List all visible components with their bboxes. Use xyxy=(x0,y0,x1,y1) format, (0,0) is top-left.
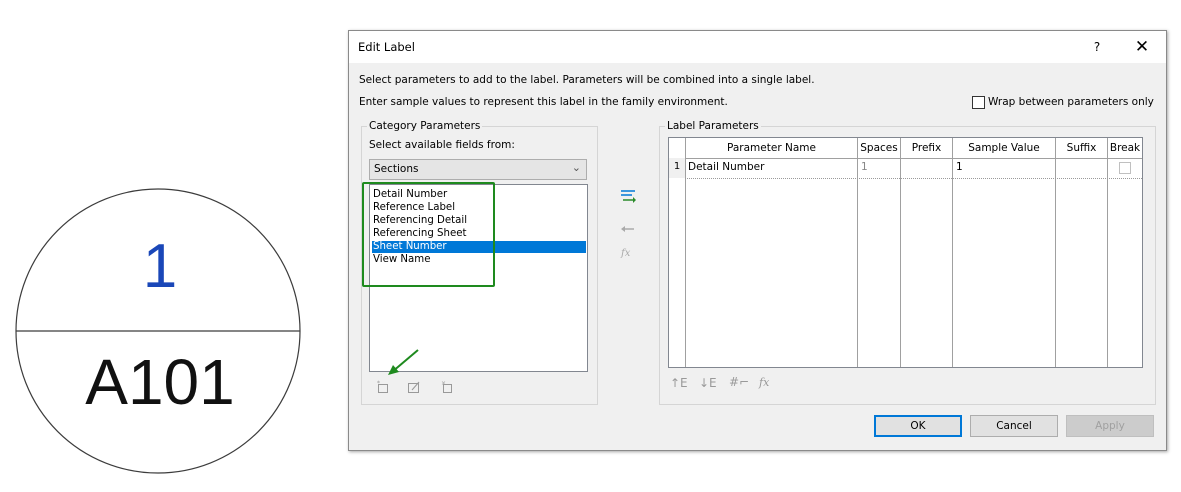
column-header-sample-value[interactable]: Sample Value xyxy=(953,138,1056,159)
section-tag-symbol: 1 A101 xyxy=(0,0,340,488)
number-format-icon[interactable]: #⌐ xyxy=(729,375,749,389)
grid-line xyxy=(1055,158,1056,367)
help-button[interactable]: ? xyxy=(1087,37,1107,57)
instruction-text-1: Select parameters to add to the label. P… xyxy=(359,74,815,86)
instruction-text-2: Enter sample values to represent this la… xyxy=(359,96,728,108)
title-bar: Edit Label ? ✕ xyxy=(349,31,1166,63)
remove-parameter-icon[interactable] xyxy=(619,223,637,235)
select-fields-label: Select available fields from: xyxy=(369,139,515,151)
tag-top-value: 1 xyxy=(143,232,177,301)
column-header-break[interactable]: Break xyxy=(1108,138,1142,159)
row-separator xyxy=(685,178,1142,179)
label-parameters-legend: Label Parameters xyxy=(665,120,761,132)
close-button[interactable]: ✕ xyxy=(1131,36,1153,58)
table-row[interactable]: Detail Number xyxy=(686,159,856,177)
move-up-icon[interactable]: ↑E xyxy=(670,376,688,390)
annotation-highlight-box xyxy=(362,182,495,287)
annotation-arrow-icon xyxy=(388,349,419,375)
cell-break-checkbox[interactable] xyxy=(1119,162,1131,174)
tag-bottom-value: A101 xyxy=(85,346,234,418)
cell-sample-value[interactable]: 1 xyxy=(956,161,963,173)
column-header-prefix[interactable]: Prefix xyxy=(901,138,953,159)
grid-line xyxy=(685,158,686,367)
column-header-parameter-name[interactable]: Parameter Name xyxy=(686,138,858,159)
edit-parameter-icon[interactable] xyxy=(407,380,421,394)
add-parameter-icon[interactable] xyxy=(619,188,637,204)
column-header-suffix[interactable]: Suffix xyxy=(1056,138,1108,159)
grid-line xyxy=(857,158,858,367)
cell-spaces[interactable]: 1 xyxy=(861,161,868,173)
new-parameter-icon[interactable]: * xyxy=(376,380,390,394)
dialog-title: Edit Label xyxy=(358,40,415,54)
wrap-checkbox-label[interactable]: Wrap between parameters only xyxy=(988,96,1154,108)
fx-icon[interactable]: fx xyxy=(621,248,630,259)
formula-sample-icon[interactable]: fx xyxy=(759,376,769,389)
fields-category-select[interactable]: Sections ⌄ xyxy=(369,159,587,180)
row-header-corner xyxy=(669,138,686,159)
row-index[interactable]: 1 xyxy=(669,158,686,178)
grid-line xyxy=(1107,158,1108,367)
svg-text:×: × xyxy=(441,380,446,387)
cell-parameter-name[interactable]: Detail Number xyxy=(688,161,764,173)
svg-text:*: * xyxy=(377,380,380,387)
apply-button[interactable]: Apply xyxy=(1066,415,1154,437)
edit-label-dialog: Edit Label ? ✕ Select parameters to add … xyxy=(348,30,1167,451)
grid-line xyxy=(952,158,953,367)
wrap-checkbox[interactable] xyxy=(972,96,985,109)
move-down-icon[interactable]: ↓E xyxy=(699,376,717,390)
fields-category-value: Sections xyxy=(374,163,419,175)
label-parameters-grid[interactable]: Parameter Name Spaces Prefix Sample Valu… xyxy=(668,137,1143,368)
ok-button[interactable]: OK xyxy=(874,415,962,437)
cancel-button[interactable]: Cancel xyxy=(970,415,1058,437)
category-parameters-legend: Category Parameters xyxy=(367,120,483,132)
chevron-down-icon: ⌄ xyxy=(571,161,581,174)
delete-parameter-icon[interactable]: × xyxy=(440,380,454,394)
grid-line xyxy=(900,158,901,367)
column-header-spaces[interactable]: Spaces xyxy=(858,138,901,159)
